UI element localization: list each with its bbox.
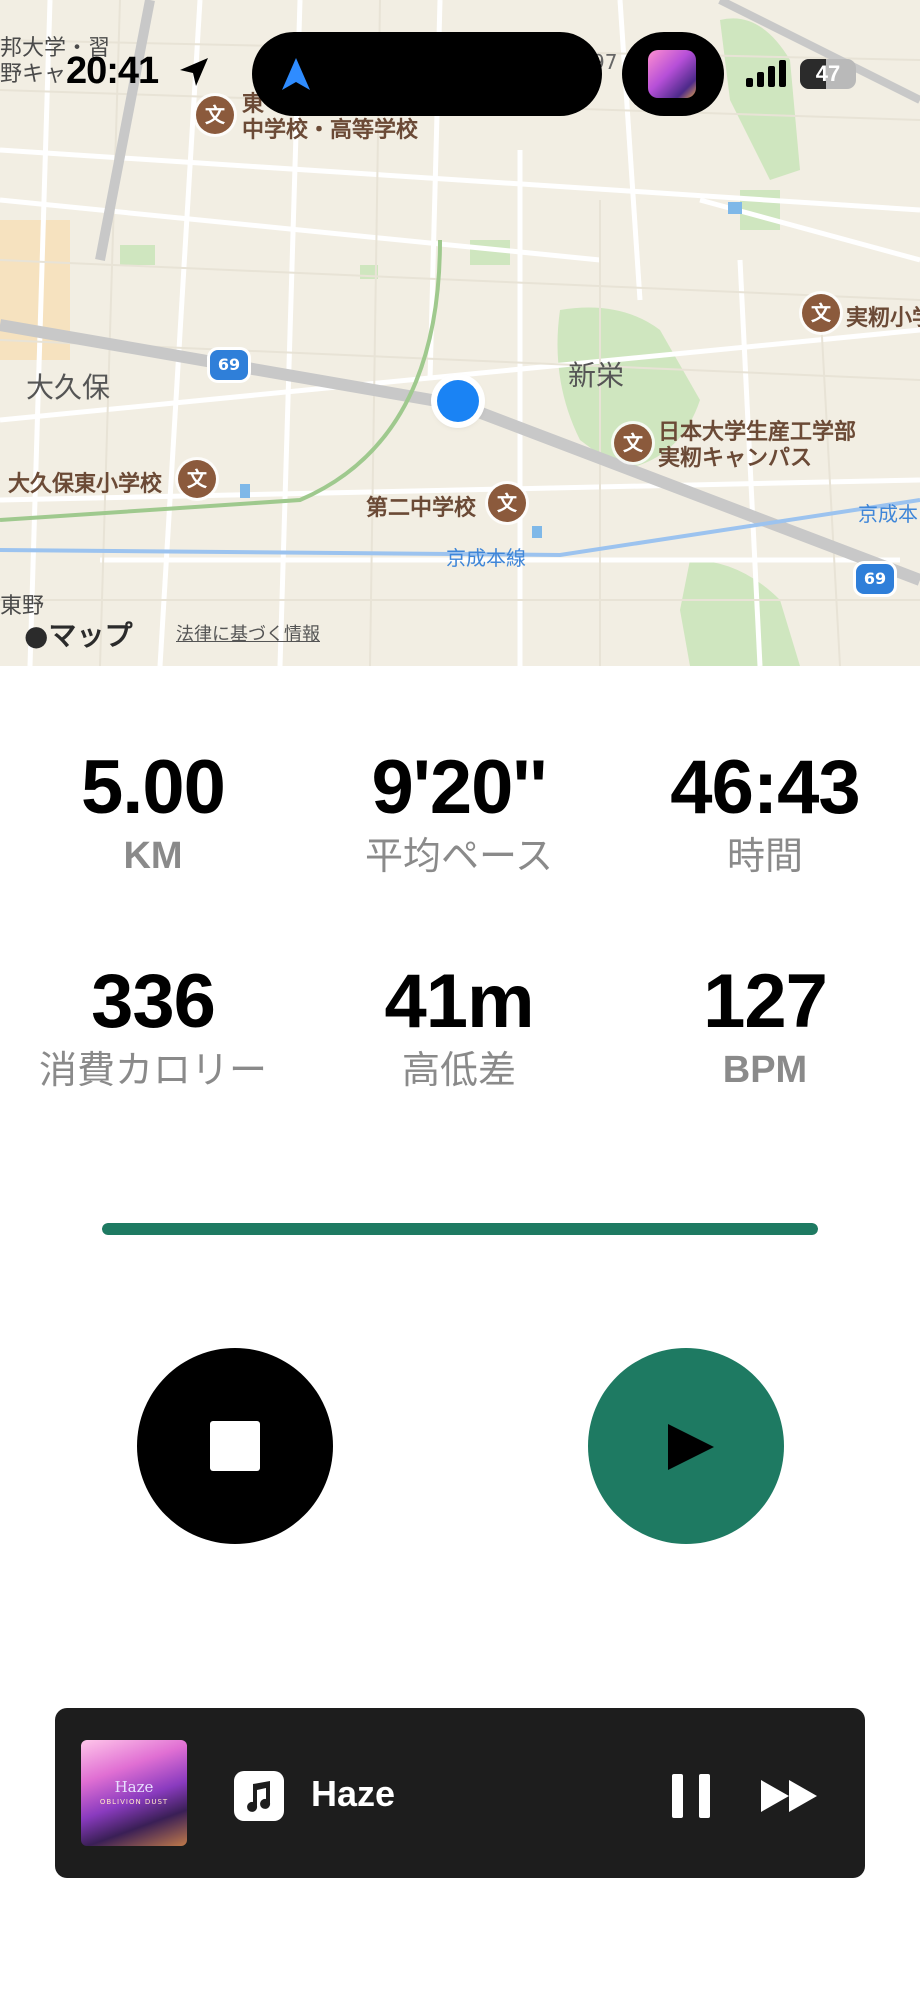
apple-logo-icon: ● (24, 619, 49, 652)
distance-label: KM (123, 835, 183, 877)
map-label-okubo: 大久保 (26, 371, 111, 404)
pause-icon (672, 1774, 710, 1818)
elevation-value: 41m (384, 959, 534, 1044)
map-label-keisei-right: 京成本 (858, 502, 918, 526)
school-poi-icon[interactable]: 文 (178, 460, 216, 498)
map-label-jissen: 実籾小学 (846, 306, 920, 331)
signal-icon (746, 60, 786, 87)
progress-bar-fill (102, 1223, 818, 1235)
map-label-nihon-univ: 日本大学生産工学部 実籾キャンパス (658, 420, 857, 471)
map-label-shinei: 新栄 (568, 359, 625, 392)
battery-percent: 47 (815, 61, 841, 86)
play-button[interactable] (588, 1348, 784, 1544)
stat-calories: 336 消費カロリー (0, 960, 306, 1094)
pace-label: 平均ペース (364, 834, 554, 878)
stat-time: 46:43 時間 (612, 746, 918, 880)
battery-indicator: 47 (800, 59, 856, 89)
map-label-okubo-higashi: 大久保東小学校 (8, 472, 163, 497)
stat-pace: 9'20'' 平均ペース (306, 746, 612, 880)
school-poi-icon[interactable]: 文 (196, 96, 234, 134)
time-label: 時間 (726, 834, 803, 878)
album-artwork[interactable]: Haze OBLIVION DUST (81, 1740, 187, 1846)
maps-attribution-label: マップ (48, 619, 133, 652)
maps-attribution[interactable]: ●マップ (24, 614, 132, 654)
artwork-subtitle: OBLIVION DUST (99, 1798, 169, 1806)
route-69-shield: 69 (856, 564, 894, 594)
stat-distance: 5.00 KM (0, 746, 306, 880)
time-value: 46:43 (670, 745, 860, 830)
mini-player[interactable]: Haze OBLIVION DUST Haze (55, 1708, 865, 1878)
pace-value: 9'20'' (371, 745, 547, 830)
stat-heart-rate: 127 BPM (612, 960, 918, 1094)
map-label-daini: 第二中学校 (366, 496, 477, 521)
calories-label: 消費カロリー (38, 1048, 267, 1092)
elevation-label: 高低差 (401, 1048, 516, 1092)
user-location-dot (437, 380, 479, 422)
stop-button[interactable] (137, 1348, 333, 1544)
stat-elevation: 41m 高低差 (306, 960, 612, 1094)
heart-rate-value: 127 (703, 959, 828, 1044)
forward-button[interactable] (755, 1764, 823, 1828)
calories-value: 336 (91, 959, 216, 1044)
location-arrow-icon (180, 58, 208, 86)
forward-icon (761, 1780, 817, 1812)
route-69-shield: 69 (210, 350, 248, 380)
distance-value: 5.00 (81, 745, 226, 830)
stop-icon (210, 1421, 260, 1471)
play-icon (668, 1424, 714, 1470)
school-poi-icon[interactable]: 文 (488, 484, 526, 522)
status-time: 20:41 (66, 50, 159, 92)
map-label-keisei-line: 京成本線 (446, 546, 526, 570)
school-poi-icon[interactable]: 文 (802, 294, 840, 332)
artwork-title: Haze (114, 1778, 154, 1796)
legal-info-link[interactable]: 法律に基づく情報 (176, 620, 320, 646)
progress-bar (102, 1223, 818, 1235)
pause-button[interactable] (660, 1764, 724, 1828)
navigation-icon (282, 58, 310, 90)
track-title: Haze (311, 1773, 396, 1814)
music-note-icon (234, 1771, 284, 1821)
now-playing-artwork (648, 50, 696, 98)
university-poi-icon[interactable]: 文 (614, 424, 652, 462)
heart-rate-label: BPM (722, 1049, 808, 1091)
